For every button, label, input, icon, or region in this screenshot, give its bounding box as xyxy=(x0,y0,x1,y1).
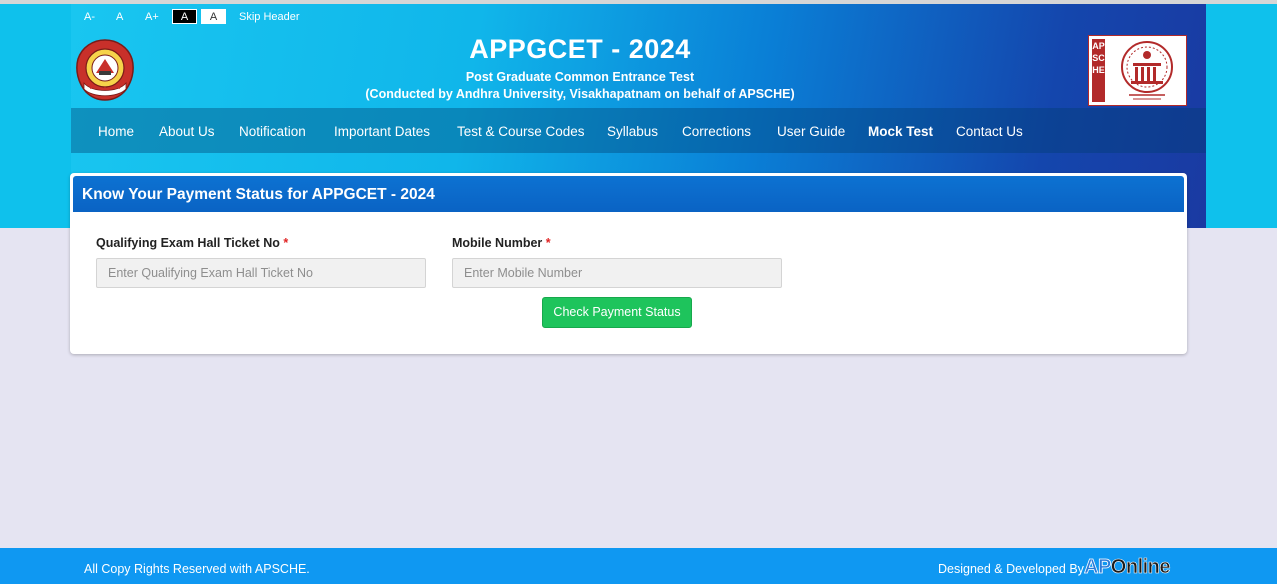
font-normal-button[interactable]: A xyxy=(116,10,123,24)
footer: All Copy Rights Reserved with APSCHE. De… xyxy=(0,548,1277,584)
font-decrease-button[interactable]: A- xyxy=(84,10,95,24)
nav-item-test-course-codes[interactable]: Test & Course Codes xyxy=(457,124,585,140)
check-payment-status-button[interactable]: Check Payment Status xyxy=(542,297,692,328)
andhra-university-logo xyxy=(72,37,138,103)
apsche-logo: APSCHE xyxy=(1088,35,1187,106)
mobile-number-label: Mobile Number * xyxy=(452,236,551,250)
dark-contrast-button[interactable]: A xyxy=(172,9,197,24)
conducted-by-text: (Conducted by Andhra University, Visakha… xyxy=(365,87,795,101)
mobile-number-input[interactable] xyxy=(452,258,782,288)
payment-status-card: Know Your Payment Status for APPGCET - 2… xyxy=(70,173,1187,354)
nav-item-home[interactable]: Home xyxy=(98,124,134,140)
nav-item-syllabus[interactable]: Syllabus xyxy=(607,124,658,140)
nav-item-corrections[interactable]: Corrections xyxy=(682,124,751,140)
required-mark: * xyxy=(283,236,289,250)
page-title: APPGCET - 2024 xyxy=(469,34,691,64)
aponline-logo-ap: AP xyxy=(1084,556,1112,579)
card-header: Know Your Payment Status for APPGCET - 2… xyxy=(73,176,1184,212)
designed-by-text: Designed & Developed By xyxy=(938,562,1084,576)
aponline-logo[interactable]: APOnline xyxy=(1084,556,1171,579)
copyright-text: All Copy Rights Reserved with APSCHE. xyxy=(84,562,310,576)
apsche-logo-text: APSCHE xyxy=(1092,41,1105,75)
skip-header-link[interactable]: Skip Header xyxy=(239,10,300,24)
hall-ticket-input[interactable] xyxy=(96,258,426,288)
hall-ticket-label: Qualifying Exam Hall Ticket No * xyxy=(96,236,288,250)
nav-item-contact-us[interactable]: Contact Us xyxy=(956,124,1023,140)
hall-ticket-label-text: Qualifying Exam Hall Ticket No xyxy=(96,236,280,250)
nav-item-about-us[interactable]: About Us xyxy=(159,124,215,140)
nav-item-important-dates[interactable]: Important Dates xyxy=(334,124,430,140)
accessibility-bar: A- A A+ A A Skip Header xyxy=(0,4,1206,30)
light-contrast-button[interactable]: A xyxy=(201,9,226,24)
aponline-logo-online: Online xyxy=(1110,556,1171,579)
card-title: Know Your Payment Status for APPGCET - 2… xyxy=(82,186,435,203)
font-increase-button[interactable]: A+ xyxy=(145,10,159,24)
mobile-number-label-text: Mobile Number xyxy=(452,236,543,250)
nav-item-user-guide[interactable]: User Guide xyxy=(777,124,845,140)
page-subtitle: Post Graduate Common Entrance Test xyxy=(465,70,695,84)
nav-item-notification[interactable]: Notification xyxy=(239,124,306,140)
main-navigation: Home About Us Notification Important Dat… xyxy=(71,108,1206,153)
required-mark: * xyxy=(545,236,551,250)
nav-item-mock-test[interactable]: Mock Test xyxy=(868,124,933,140)
